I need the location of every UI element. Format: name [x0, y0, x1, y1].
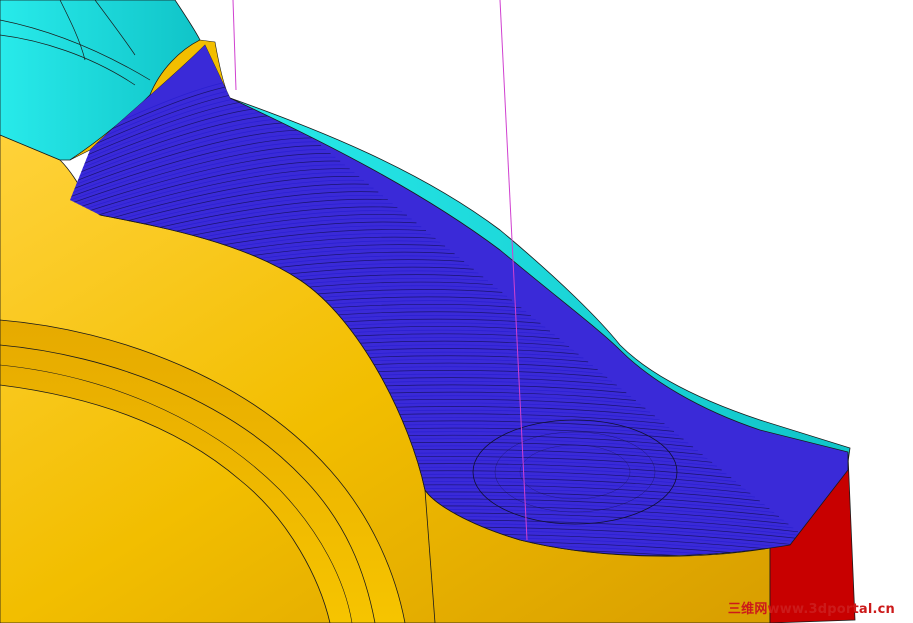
watermark-logo: 三维网www.3dportal.cn [727, 602, 895, 617]
cam-viewport[interactable] [0, 0, 913, 623]
